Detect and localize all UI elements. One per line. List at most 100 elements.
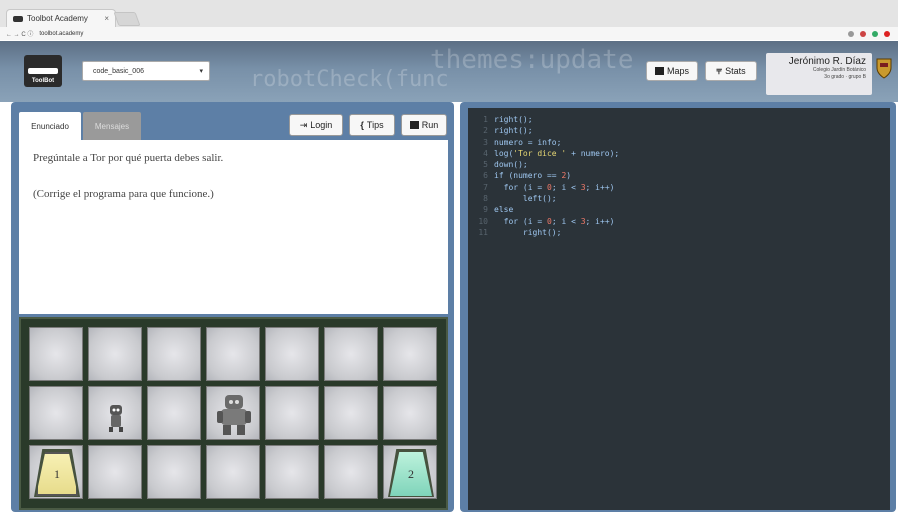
tab-enunciado[interactable]: Enunciado bbox=[19, 112, 81, 140]
code-line[interactable]: 11 right(); bbox=[468, 227, 890, 238]
line-number: 10 bbox=[478, 216, 488, 226]
code-text[interactable]: right(); bbox=[494, 114, 533, 125]
extension-green-icon[interactable] bbox=[872, 30, 878, 37]
tab-title: Toolbot Academy bbox=[27, 14, 88, 23]
code-editor[interactable]: 1 right(); 2 right(); 3 numero = info; 4 log('T… bbox=[468, 108, 890, 510]
map-select[interactable]: code_basic_006 ▾ bbox=[82, 61, 210, 81]
board-cell bbox=[29, 386, 83, 440]
user-info[interactable]: Jerónimo R. Díaz Colegio Jardín Botánico… bbox=[766, 53, 872, 95]
browser-tab[interactable]: Toolbot Academy × bbox=[6, 9, 116, 27]
login-icon: ⇥ bbox=[299, 119, 308, 130]
line-number: 7 bbox=[483, 182, 488, 192]
code-line[interactable]: 6 if (numero == 2) bbox=[468, 170, 890, 181]
chevron-down-icon: ▾ bbox=[199, 68, 203, 75]
run-icon bbox=[409, 121, 419, 129]
code-line[interactable]: 7 for (i = 0; i < 3; i++) bbox=[468, 182, 890, 193]
school-shield-icon bbox=[876, 58, 892, 79]
board-cell bbox=[324, 327, 378, 381]
chart-icon: ⫧ bbox=[716, 65, 723, 77]
statement-line-1: Pregúntale a Tor por qué puerta debes sa… bbox=[33, 152, 224, 164]
code-line[interactable]: 3 numero = info; bbox=[468, 137, 890, 148]
logo-text: ToolBot bbox=[31, 78, 55, 84]
star-icon[interactable] bbox=[848, 30, 854, 37]
logo-robot-icon bbox=[28, 68, 58, 74]
board-cell bbox=[88, 327, 142, 381]
header-bg-code-1: themes:update bbox=[430, 45, 634, 75]
code-text[interactable]: if (numero == 2) bbox=[494, 170, 571, 181]
game-board: 12 bbox=[19, 317, 448, 510]
login-label: Login bbox=[310, 120, 333, 130]
board-cell bbox=[206, 445, 260, 499]
panel-tabs: Enunciado Mensajes ⇥ Login { Tips Run bbox=[15, 108, 450, 140]
header-bg-code-2: robotCheck(func bbox=[250, 67, 449, 92]
tor-robot-icon bbox=[217, 395, 251, 435]
extension-stop-icon[interactable] bbox=[884, 30, 890, 37]
board-cell bbox=[265, 327, 319, 381]
code-line[interactable]: 10 for (i = 0; i < 3; i++) bbox=[468, 216, 890, 227]
stats-button[interactable]: ⫧ Stats bbox=[705, 61, 757, 81]
code-text[interactable]: numero = info; bbox=[494, 137, 561, 148]
left-panel: Enunciado Mensajes ⇥ Login { Tips Run Pr… bbox=[11, 102, 454, 512]
browser-chrome: Toolbot Academy × ← → C ⓘ toolbot.academ… bbox=[0, 0, 898, 40]
run-label: Run bbox=[421, 120, 439, 130]
board-cell bbox=[88, 445, 142, 499]
favicon-icon bbox=[13, 15, 23, 22]
line-number: 6 bbox=[483, 171, 488, 181]
line-number: 3 bbox=[483, 137, 488, 147]
board-grid: 12 bbox=[24, 323, 443, 499]
tips-label: Tips bbox=[366, 120, 384, 130]
code-text[interactable]: left(); bbox=[494, 193, 557, 204]
line-number: 4 bbox=[483, 148, 488, 158]
tab-mensajes[interactable]: Mensajes bbox=[83, 112, 141, 140]
board-cell bbox=[206, 327, 260, 381]
board-cell bbox=[147, 445, 201, 499]
code-line[interactable]: 5 down(); bbox=[468, 159, 890, 170]
board-cell bbox=[324, 386, 378, 440]
address-bar[interactable]: ← → C ⓘ toolbot.academy bbox=[0, 27, 898, 40]
user-school: Colegio Jardín Botánico bbox=[812, 67, 866, 73]
user-group: 3o grado · grupo B bbox=[824, 74, 866, 80]
code-text[interactable]: for (i = 0; i < 3; i++) bbox=[494, 216, 615, 227]
code-text[interactable]: right(); bbox=[494, 125, 533, 136]
board-cell bbox=[265, 386, 319, 440]
code-line[interactable]: 2 right(); bbox=[468, 125, 890, 136]
code-text[interactable]: log('Tor dice ' + numero); bbox=[494, 148, 619, 159]
board-cell bbox=[383, 327, 437, 381]
login-button[interactable]: ⇥ Login bbox=[289, 114, 343, 136]
tips-button[interactable]: { Tips bbox=[349, 114, 395, 136]
code-text[interactable]: for (i = 0; i < 3; i++) bbox=[494, 182, 615, 193]
line-number: 11 bbox=[478, 227, 488, 237]
code-line[interactable]: 4 log('Tor dice ' + numero); bbox=[468, 148, 890, 159]
tab-close-icon[interactable]: × bbox=[104, 14, 109, 23]
board-cell bbox=[206, 386, 260, 440]
code-text[interactable]: down(); bbox=[494, 159, 528, 170]
line-number: 2 bbox=[483, 126, 488, 136]
board-cell bbox=[147, 386, 201, 440]
url-text[interactable]: toolbot.academy bbox=[39, 31, 83, 37]
toolbot-logo[interactable]: ToolBot bbox=[24, 55, 62, 87]
line-number: 1 bbox=[483, 115, 488, 124]
board-cell: 1 bbox=[29, 445, 83, 499]
statement-line-2: (Corrige el programa para que funcione.) bbox=[33, 188, 214, 200]
code-line[interactable]: 8 left(); bbox=[468, 193, 890, 204]
board-cell bbox=[88, 386, 142, 440]
line-number: 8 bbox=[483, 194, 488, 204]
line-number: 9 bbox=[483, 205, 488, 215]
board-cell bbox=[147, 327, 201, 381]
user-name: Jerónimo R. Díaz bbox=[788, 56, 866, 67]
code-line[interactable]: 9 else bbox=[468, 204, 890, 215]
map-select-value: code_basic_006 bbox=[93, 67, 144, 75]
code-line[interactable]: 1 right(); bbox=[468, 114, 890, 125]
code-text[interactable]: right(); bbox=[494, 227, 562, 238]
maps-button[interactable]: Maps bbox=[646, 61, 698, 81]
nav-buttons[interactable]: ← → C ⓘ bbox=[6, 29, 33, 38]
new-tab-button[interactable] bbox=[113, 12, 141, 26]
maps-label: Maps bbox=[666, 66, 689, 76]
right-panel: 1 right(); 2 right(); 3 numero = info; 4 log('T… bbox=[460, 102, 896, 512]
extension-red-icon[interactable] bbox=[860, 30, 866, 37]
run-button[interactable]: Run bbox=[401, 114, 447, 136]
code-text[interactable]: else bbox=[494, 204, 513, 215]
player-robot-icon bbox=[109, 405, 123, 432]
board-cell bbox=[324, 445, 378, 499]
map-icon bbox=[654, 67, 664, 75]
